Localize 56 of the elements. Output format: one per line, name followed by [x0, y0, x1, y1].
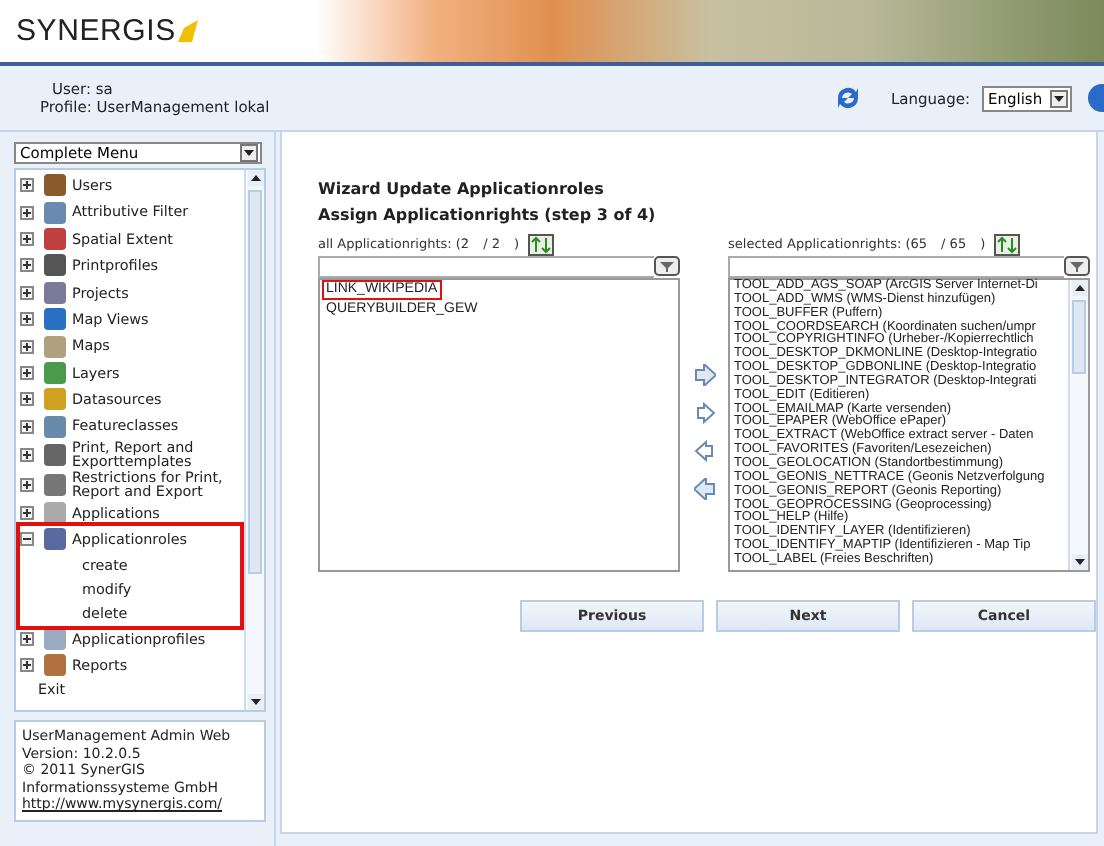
menu-item-icon	[44, 227, 66, 250]
menu-item-icon	[44, 473, 66, 496]
expander-icon[interactable]	[20, 658, 34, 673]
logo-mark-icon	[177, 20, 198, 42]
menu-item-icon	[44, 388, 66, 411]
expander-icon[interactable]	[20, 178, 34, 193]
menu-item-icon	[44, 308, 66, 331]
menu-item-icon	[44, 654, 66, 677]
filter-icon[interactable]	[1064, 256, 1090, 276]
menu-item-icon	[44, 361, 66, 384]
menu-item-icon	[44, 281, 66, 304]
expander-icon[interactable]	[20, 231, 34, 246]
menu-item-icon	[44, 254, 66, 277]
expander-icon[interactable]	[20, 477, 34, 492]
expander-icon[interactable]	[20, 506, 34, 521]
expander-icon[interactable]	[20, 419, 34, 434]
expander-icon[interactable]	[20, 532, 34, 547]
expander-icon[interactable]	[20, 392, 34, 407]
move-left-icon[interactable]	[693, 440, 715, 462]
expander-icon[interactable]	[20, 631, 34, 646]
move-right-icon[interactable]	[693, 402, 715, 424]
menu-item-icon	[44, 502, 66, 525]
scroll-thumb[interactable]	[248, 190, 262, 574]
expander-icon[interactable]	[20, 312, 34, 327]
expander-icon[interactable]	[20, 205, 34, 220]
expander-icon[interactable]	[20, 339, 34, 354]
menu-item-icon	[44, 174, 66, 197]
expander-icon[interactable]	[20, 285, 34, 300]
wizard-subtitle: Assign Applicationrights (step 3 of 4)	[318, 204, 658, 228]
menu-item-icon	[44, 335, 66, 358]
sort-icon[interactable]	[993, 233, 1020, 255]
menu-item-icon	[44, 443, 66, 466]
wizard-title: Wizard Update Applicationroles	[318, 178, 606, 202]
refresh-icon[interactable]	[834, 84, 863, 112]
scroll-up-icon[interactable]	[1071, 280, 1087, 296]
sort-icon[interactable]	[527, 233, 554, 255]
move-all-left-icon[interactable]	[693, 478, 715, 500]
filter-field[interactable]	[728, 256, 1064, 278]
menu-item-icon	[44, 415, 66, 438]
scroll-down-icon[interactable]	[247, 694, 263, 710]
scroll-up-icon[interactable]	[247, 170, 263, 186]
scrollbar[interactable]	[1068, 280, 1088, 570]
filter-field[interactable]	[318, 256, 654, 278]
move-all-right-icon[interactable]	[693, 364, 715, 386]
expander-icon[interactable]	[20, 258, 34, 273]
dropdown-icon	[1050, 89, 1068, 107]
expander-icon[interactable]	[20, 447, 34, 462]
filter-icon[interactable]	[654, 256, 680, 276]
expander-icon[interactable]	[20, 365, 34, 380]
logo-text: SYNERGIS	[16, 14, 176, 48]
dropdown-icon	[240, 144, 258, 162]
menu-item-icon	[44, 201, 66, 224]
scrollbar[interactable]	[244, 170, 264, 710]
menu-item-icon	[44, 528, 66, 551]
scroll-down-icon[interactable]	[1071, 554, 1087, 570]
scroll-thumb[interactable]	[1072, 300, 1086, 374]
